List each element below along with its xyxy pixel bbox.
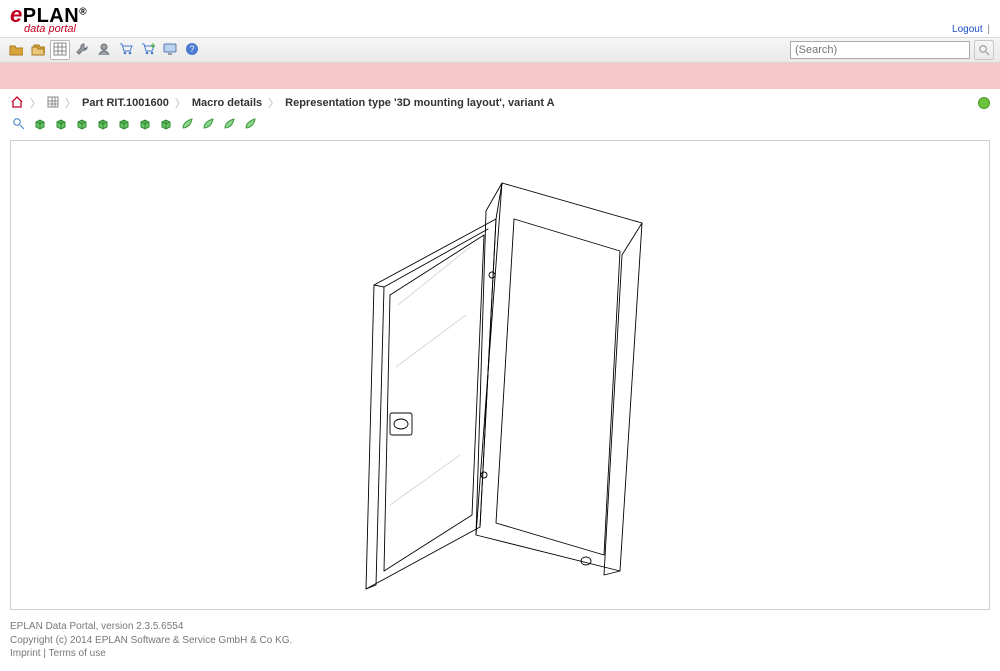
crumb-representation: Representation type '3D mounting layout'…: [285, 97, 554, 109]
leaf-icon: [243, 117, 257, 134]
cart-icon: [119, 42, 133, 59]
wrench-icon: [75, 42, 89, 59]
notification-band: [0, 63, 1000, 89]
folder-copy-button[interactable]: [28, 40, 48, 60]
leaf-icon: [201, 117, 215, 134]
folder-button[interactable]: [6, 40, 26, 60]
footer-imprint-link[interactable]: Imprint: [10, 648, 41, 659]
crumb-part[interactable]: Part RIT.1001600: [82, 97, 169, 109]
leaf-button[interactable]: [220, 117, 237, 134]
grid-button[interactable]: [50, 40, 70, 60]
monitor-icon: [163, 42, 177, 59]
grid-icon: [53, 42, 67, 59]
logout-link[interactable]: Logout: [952, 24, 983, 35]
head-icon: [97, 42, 111, 59]
cube-bottom-button[interactable]: [157, 117, 174, 134]
home-icon[interactable]: [10, 96, 24, 111]
wrench-button[interactable]: [72, 40, 92, 60]
breadcrumb: 〉 〉 Part RIT.1001600 〉 Macro details 〉 R…: [10, 95, 555, 111]
online-status-icon: [978, 97, 990, 109]
zoom-fit-icon: [12, 117, 26, 134]
cube-iso-button[interactable]: [31, 117, 48, 134]
cart-down-icon: [141, 42, 155, 59]
viewer-toolbar: [0, 115, 1000, 140]
cube-back-button[interactable]: [136, 117, 153, 134]
cart-down-button[interactable]: [138, 40, 158, 60]
svg-text:?: ?: [189, 44, 194, 54]
footer: EPLAN Data Portal, version 2.3.5.6554 Co…: [0, 616, 1000, 671]
leaf-button[interactable]: [199, 117, 216, 134]
cube-iso-icon: [33, 117, 47, 134]
footer-terms-link[interactable]: Terms of use: [49, 648, 106, 659]
leaf-icon: [222, 117, 236, 134]
brand-logo: ePLAN® data portal: [10, 4, 87, 35]
cube-left-button[interactable]: [73, 117, 90, 134]
3d-viewer[interactable]: [10, 140, 990, 610]
enclosure-3d-model: [320, 155, 680, 595]
top-toolbar: ?: [0, 37, 1000, 63]
leaf-button[interactable]: [241, 117, 258, 134]
footer-version: EPLAN Data Portal, version 2.3.5.6554: [10, 620, 990, 634]
zoom-fit-button[interactable]: [10, 117, 27, 134]
leaf-button[interactable]: [178, 117, 195, 134]
cube-bottom-icon: [159, 117, 173, 134]
cart-button[interactable]: [116, 40, 136, 60]
cube-top-button[interactable]: [94, 117, 111, 134]
search-input[interactable]: [790, 41, 970, 59]
grid-small-icon[interactable]: [47, 96, 59, 111]
footer-copyright: Copyright (c) 2014 EPLAN Software & Serv…: [10, 634, 990, 648]
cube-top-icon: [96, 117, 110, 134]
help-icon: ?: [185, 42, 199, 59]
cube-left-icon: [75, 117, 89, 134]
leaf-icon: [180, 117, 194, 134]
crumb-macro[interactable]: Macro details: [192, 97, 262, 109]
search-button[interactable]: [974, 40, 994, 60]
cube-front-icon: [54, 117, 68, 134]
monitor-button[interactable]: [160, 40, 180, 60]
help-button[interactable]: ?: [182, 40, 202, 60]
head-button[interactable]: [94, 40, 114, 60]
cube-front-button[interactable]: [52, 117, 69, 134]
search-icon: [978, 44, 990, 56]
folder-copy-icon: [31, 42, 45, 59]
folder-icon: [9, 42, 23, 59]
cube-back-icon: [138, 117, 152, 134]
divider: |: [985, 24, 990, 35]
cube-right-button[interactable]: [115, 117, 132, 134]
cube-right-icon: [117, 117, 131, 134]
